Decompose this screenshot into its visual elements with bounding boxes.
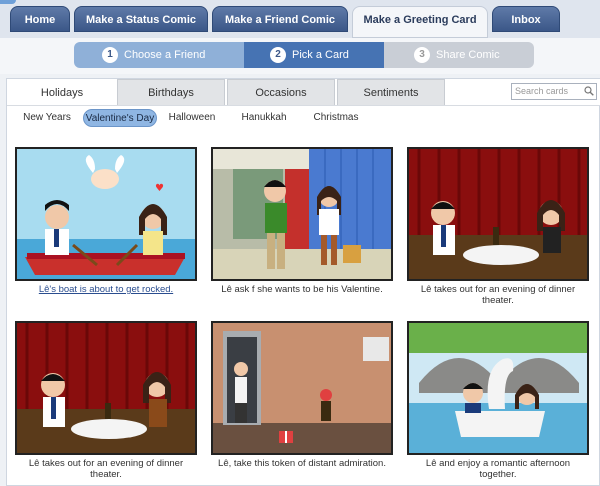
card-picker-panel: Holidays Birthdays Occasions Sentiments … — [6, 78, 600, 486]
card-image[interactable] — [211, 147, 393, 281]
category-tabs: Holidays Birthdays Occasions Sentiments … — [7, 79, 600, 105]
theater-scene-image — [409, 149, 587, 279]
step-share-comic[interactable]: 3 Share Comic — [384, 42, 534, 68]
card-caption[interactable]: Lê, take this token of distant admiratio… — [211, 458, 393, 469]
top-navigation: Home Make a Status Comic Make a Friend C… — [0, 0, 600, 38]
card-image[interactable] — [211, 321, 393, 455]
search-input[interactable]: Search cards — [511, 83, 597, 100]
swan-boat-scene-image — [409, 323, 587, 453]
card-swan-boat[interactable]: Lê and enjoy a romantic afternoon togeth… — [407, 321, 589, 480]
search-icon — [584, 86, 594, 96]
card-caption[interactable]: Lê's boat is about to get rocked. — [15, 284, 197, 295]
tab-make-status-comic[interactable]: Make a Status Comic — [74, 6, 208, 32]
tab-sentiments[interactable]: Sentiments — [337, 79, 445, 105]
search-placeholder: Search cards — [515, 86, 569, 96]
elevator-scene-image — [213, 323, 391, 453]
tab-home[interactable]: Home — [10, 6, 70, 32]
tab-make-greeting-card[interactable]: Make a Greeting Card — [352, 6, 488, 38]
card-caption[interactable]: Lê ask f she wants to be his Valentine. — [211, 284, 393, 295]
subtab-halloween[interactable]: Halloween — [167, 109, 217, 127]
step-number: 1 — [102, 47, 118, 64]
card-image[interactable] — [407, 321, 589, 455]
corner-accent — [0, 0, 16, 4]
subtab-hanukkah[interactable]: Hanukkah — [239, 109, 289, 127]
tab-holidays[interactable]: Holidays — [9, 79, 115, 105]
divider — [7, 105, 600, 106]
tab-make-friend-comic[interactable]: Make a Friend Comic — [212, 6, 348, 32]
tab-birthdays[interactable]: Birthdays — [117, 79, 225, 105]
card-boat[interactable]: ♥ Lê's boat is about to get rocked. — [15, 147, 197, 295]
card-image[interactable] — [15, 321, 197, 455]
subtab-valentines-day[interactable]: Valentine's Day — [83, 109, 157, 127]
svg-text:♥: ♥ — [155, 183, 164, 194]
card-caption[interactable]: Lê takes out for an evening of dinner th… — [407, 284, 589, 306]
step-number: 2 — [270, 47, 286, 64]
card-caption[interactable]: Lê takes out for an evening of dinner th… — [15, 458, 197, 480]
card-image[interactable] — [407, 147, 589, 281]
card-elevator[interactable]: Lê, take this token of distant admiratio… — [211, 321, 393, 469]
theater-scene-image — [17, 323, 195, 453]
card-image[interactable]: ♥ — [15, 147, 197, 281]
boat-scene-image: ♥ — [17, 149, 195, 279]
step-label: Share Comic — [436, 49, 500, 61]
card-lockers[interactable]: Lê ask f she wants to be his Valentine. — [211, 147, 393, 295]
card-theater-2[interactable]: Lê takes out for an evening of dinner th… — [15, 321, 197, 480]
step-choose-friend[interactable]: 1 Choose a Friend — [74, 42, 244, 68]
tab-occasions[interactable]: Occasions — [227, 79, 335, 105]
step-number: 3 — [414, 47, 430, 64]
card-theater[interactable]: Lê takes out for an evening of dinner th… — [407, 147, 589, 306]
subtab-new-years[interactable]: New Years — [21, 109, 73, 127]
subtab-christmas[interactable]: Christmas — [311, 109, 361, 127]
card-caption[interactable]: Lê and enjoy a romantic afternoon togeth… — [407, 458, 589, 480]
tab-inbox[interactable]: Inbox — [492, 6, 560, 32]
step-wizard: 1 Choose a Friend 2 Pick a Card 3 Share Com… — [0, 38, 600, 74]
step-pick-card[interactable]: 2 Pick a Card — [244, 42, 384, 68]
hallway-scene-image — [213, 149, 391, 279]
step-label: Choose a Friend — [124, 49, 206, 61]
step-label: Pick a Card — [292, 49, 349, 61]
